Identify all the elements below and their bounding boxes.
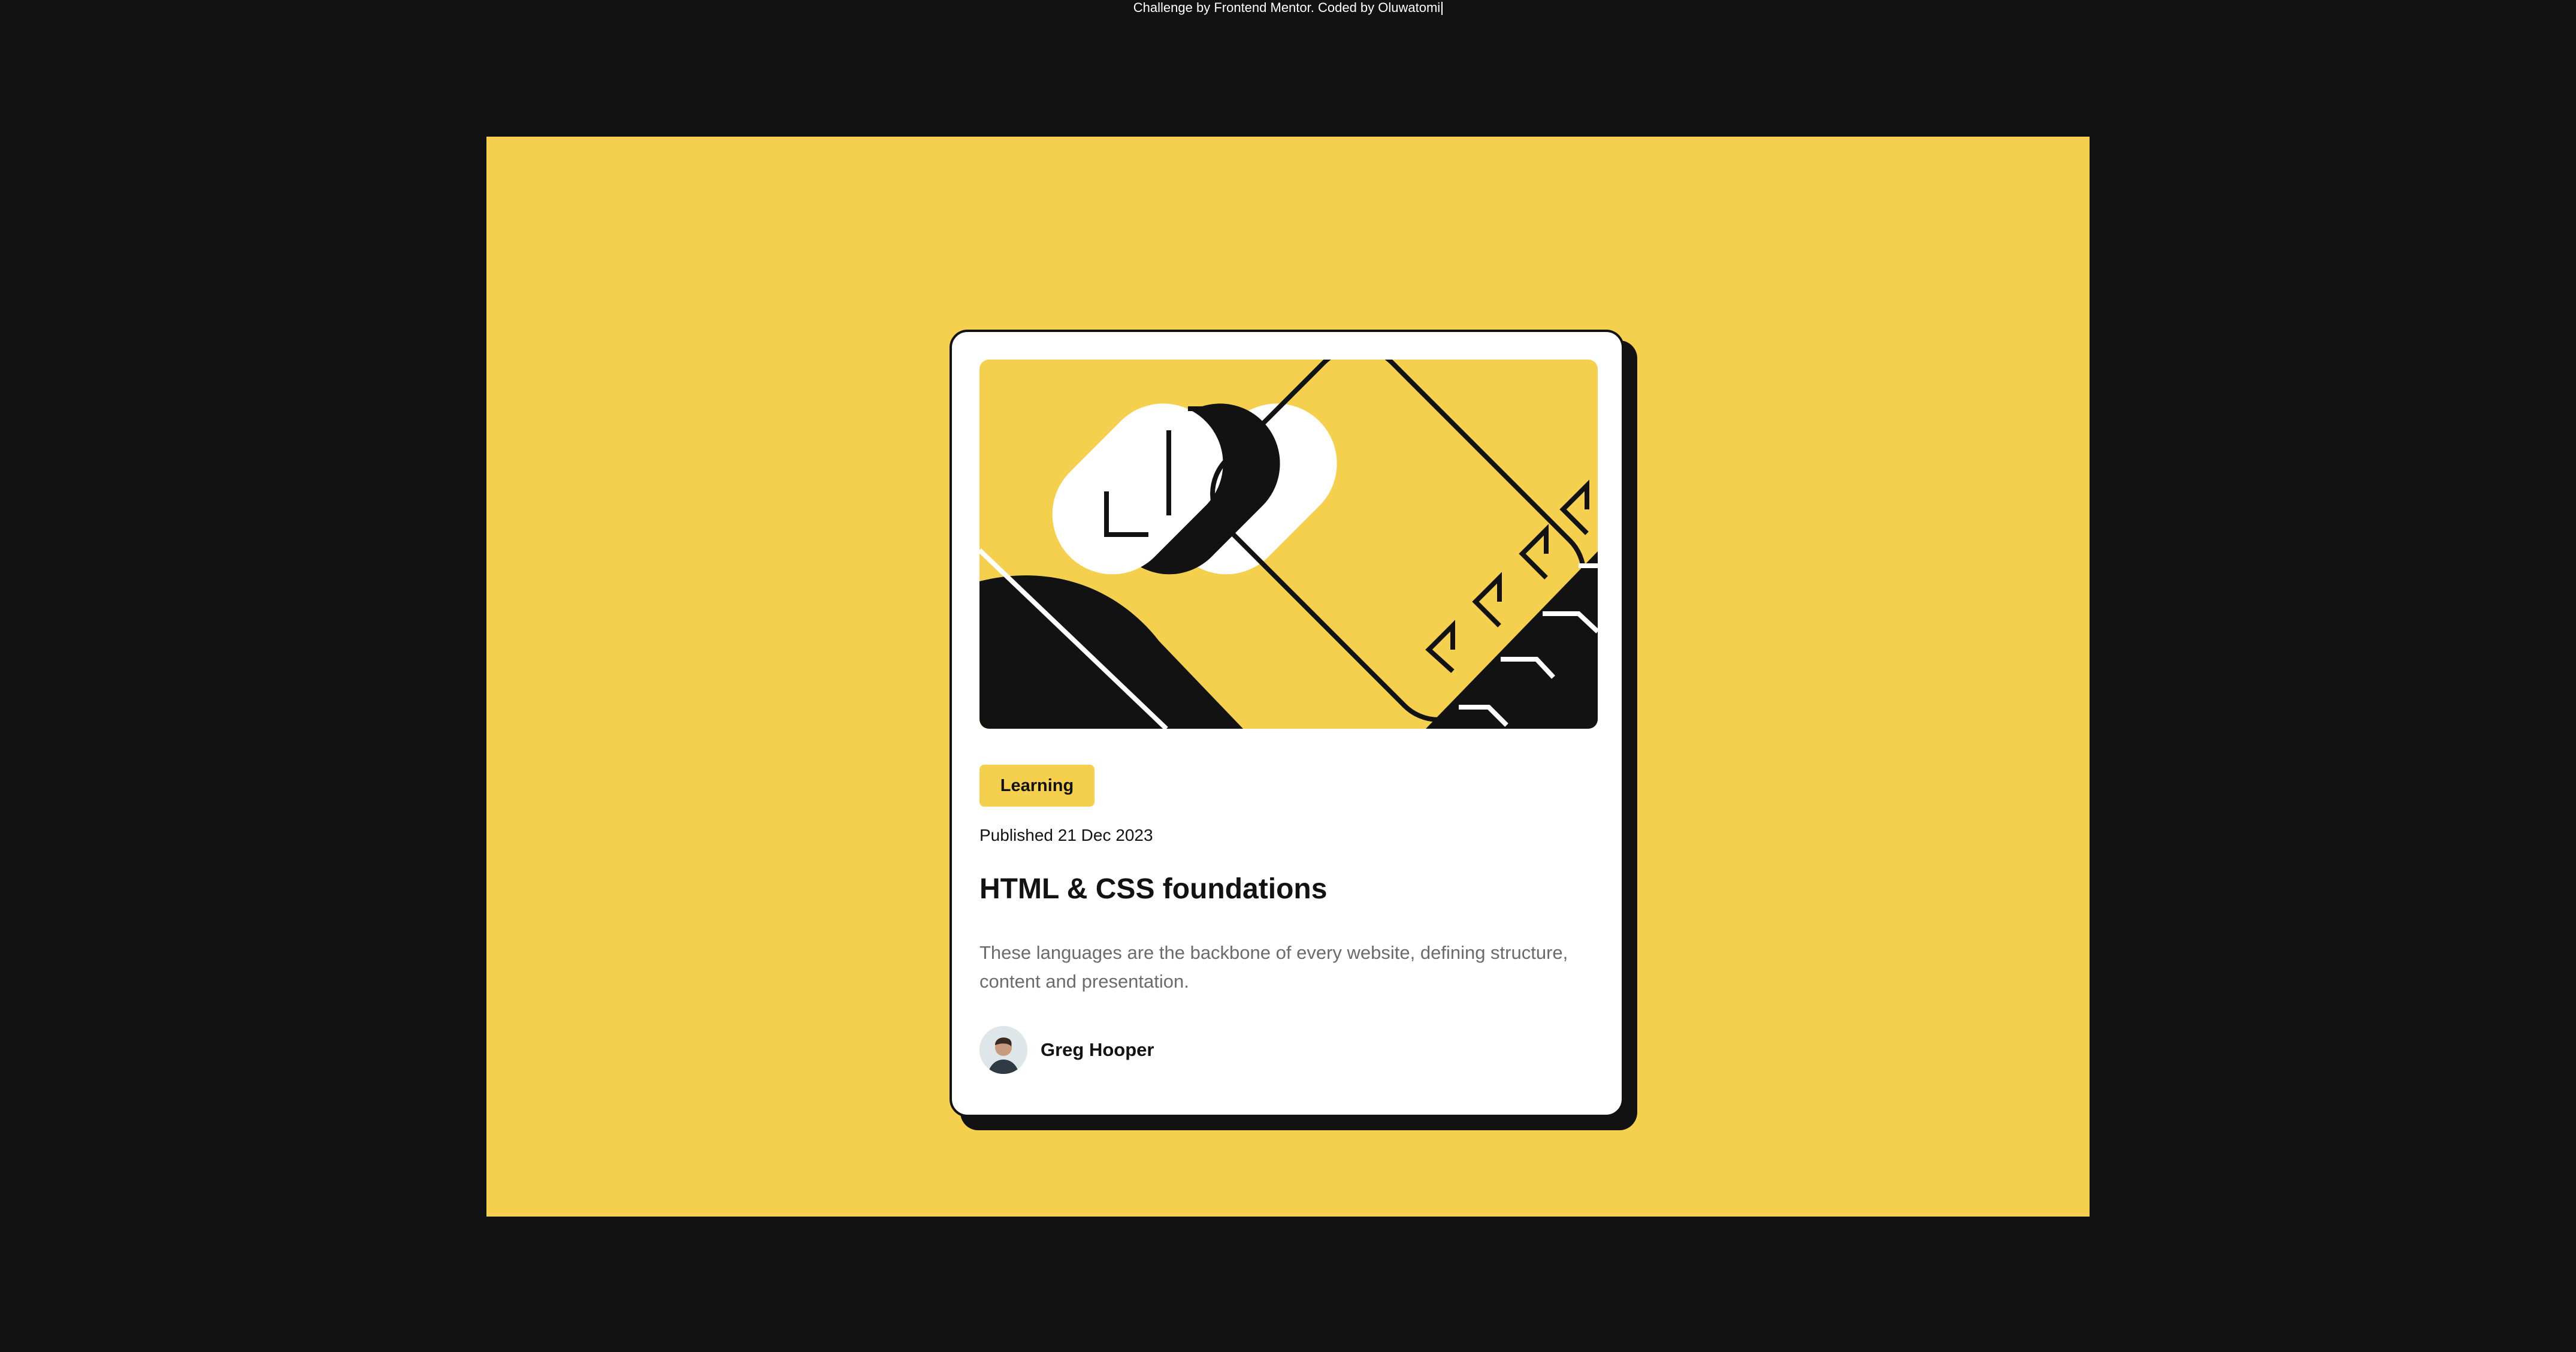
avatar <box>979 1026 1027 1074</box>
card-description: These languages are the backbone of ever… <box>979 942 1568 992</box>
blog-preview-card: Learning Published 21 Dec 2023 HTML & CS… <box>950 330 1624 1117</box>
person-avatar-icon <box>979 1026 1027 1074</box>
text-caret <box>1441 2 1443 16</box>
attribution-text: Challenge by Frontend Mentor. Coded by O… <box>1133 0 1441 15</box>
author: Greg Hooper <box>979 1026 1154 1074</box>
published-date: Published 21 Dec 2023 <box>979 826 1153 844</box>
category-tag[interactable]: Learning <box>979 765 1095 807</box>
author-name[interactable]: Greg Hooper <box>1041 1039 1154 1061</box>
card-title[interactable]: HTML & CSS foundations <box>979 871 1327 907</box>
illustration-image <box>979 360 1598 729</box>
abstract-illustration-icon <box>979 360 1598 729</box>
attribution: Challenge by Frontend Mentor. Coded by O… <box>0 0 2576 18</box>
